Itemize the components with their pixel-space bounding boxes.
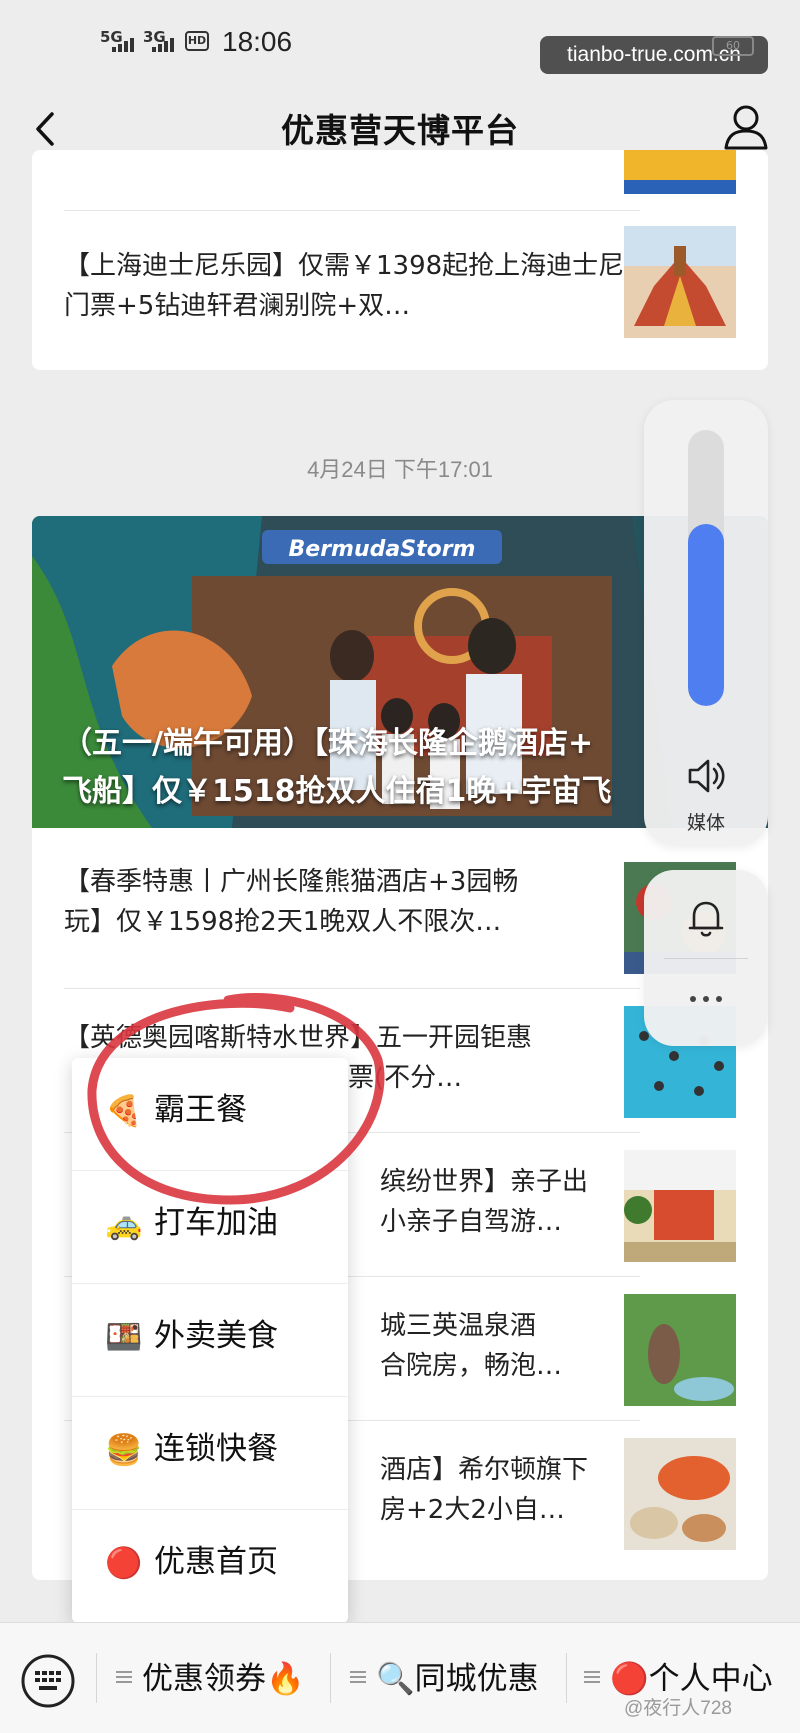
status-bar: 5G 3G HD 18:06 tianbo-true.com.cn 60 [0,0,800,90]
battery-indicator: 60 [712,36,754,56]
divider [566,1653,567,1703]
menu-item-fastfood[interactable]: 🍔 连锁快餐 [72,1397,348,1509]
volume-label: 媒体 [686,812,725,834]
burger-icon: 🍔 [105,1433,143,1468]
menu-item-label: 连锁快餐 [154,1431,278,1467]
list-item-title-line: 【春季特惠丨广州长隆熊猫酒店+3园畅 [64,867,519,897]
more-dots-icon[interactable] [684,984,728,1014]
person-icon[interactable] [722,100,770,156]
divider [330,1653,331,1703]
menu-item-taxi[interactable]: 🚕 打车加油 [72,1171,348,1283]
divider [664,958,748,959]
popup-menu: 🍕 霸王餐 🚕 打车加油 🍱 外卖美食 🍔 连锁快餐 🔴 优惠首页 [72,1058,348,1623]
tab-label: 🔍同城优惠 [376,1661,539,1697]
thumbnail-image-partial[interactable] [624,150,736,194]
list-item[interactable]: 【春季特惠丨广州长隆熊猫酒店+3园畅 玩】仅￥1598抢2天1晚双人不限次… [64,862,640,942]
volume-slider[interactable] [688,430,724,706]
bell-icon[interactable] [684,896,728,940]
divider [64,210,640,211]
volume-panel[interactable]: 媒体 [644,400,768,846]
list-item[interactable]: 【上海迪士尼乐园】仅需￥1398起抢上海迪士尼门票+5钻迪轩君澜别院+双… [64,246,640,326]
page-title: 优惠营天博平台 [281,111,519,150]
list-item-title: 【上海迪士尼乐园】仅需￥1398起抢上海迪士尼门票+5钻迪轩君澜别院+双… [64,251,625,321]
menu-item-home[interactable]: 🔴 优惠首页 [72,1510,348,1622]
menu-item-bawangcan[interactable]: 🍕 霸王餐 [72,1058,348,1170]
red-circle-icon: 🔴 [105,1546,143,1581]
side-controls-panel [644,870,768,1046]
menu-item-label: 优惠首页 [154,1544,278,1580]
signal-bars-icon [152,38,174,52]
thumbnail-image[interactable] [624,1150,736,1262]
menu-item-label: 打车加油 [154,1205,278,1241]
speaker-icon[interactable] [684,754,728,798]
divider [64,988,640,989]
thumbnail-image[interactable] [624,1294,736,1406]
clock: 18:06 [222,26,293,57]
menu-lines-icon [116,1671,132,1683]
taxi-icon: 🚕 [105,1207,143,1242]
hd-badge: HD [185,31,209,51]
keyboard-icon[interactable] [20,1653,76,1709]
menu-item-takeout[interactable]: 🍱 外卖美食 [72,1284,348,1396]
bento-icon: 🍱 [105,1320,143,1355]
bottom-menu-bar: 优惠领券🔥 🔍同城优惠 🔴个人中心 @夜行人728 [0,1622,800,1733]
thumbnail-image[interactable] [624,1438,736,1550]
tab-label: 优惠领券🔥 [142,1661,305,1697]
signal-bars-icon [112,38,134,52]
menu-item-label: 霸王餐 [154,1092,247,1128]
thumbnail-image[interactable] [624,226,736,338]
menu-item-label: 外卖美食 [154,1318,278,1354]
list-item-title-line: 玩】仅￥1598抢2天1晚双人不限次… [64,907,502,937]
corner-watermark: @夜行人728 [624,1698,732,1719]
menu-lines-icon [584,1671,600,1683]
hero-sign-text: BermudaStorm [289,537,476,562]
divider [96,1653,97,1703]
list-item-title-line: 【英德奥园喀斯特水世界】五一开园钜惠 [64,1023,533,1053]
menu-lines-icon [350,1671,366,1683]
pizza-icon: 🍕 [105,1094,143,1129]
volume-slider-fill [688,524,724,706]
